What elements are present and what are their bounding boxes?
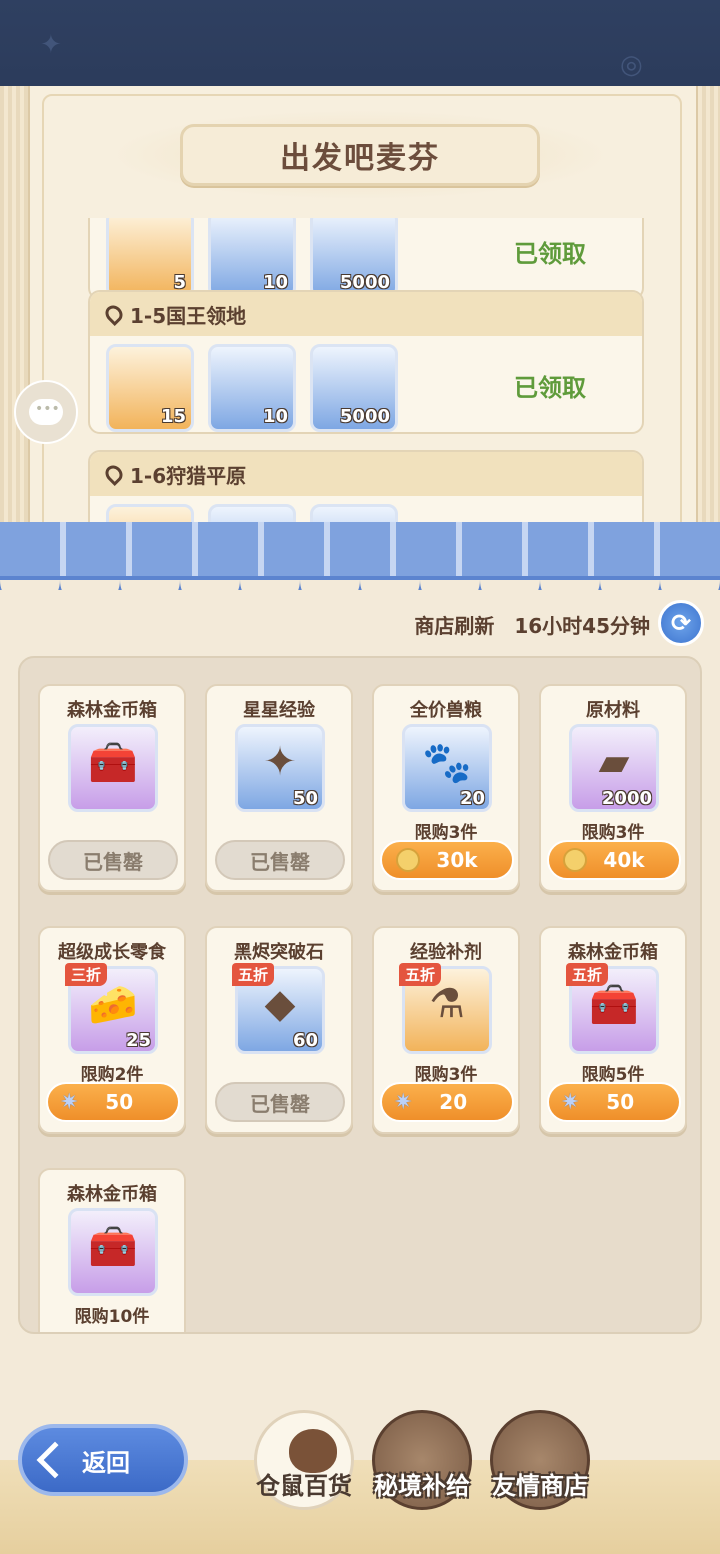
stage-card: 5 10 5000 已领取 — [88, 218, 644, 300]
potion-icon: ⚗ 五折 — [399, 963, 492, 1054]
dark-stone-reward-icon — [208, 504, 296, 524]
back-label: 返回 — [82, 1448, 130, 1477]
tab-label: 秘境补给 — [374, 1472, 470, 1500]
stage-card: 1-6狩猎平原 — [88, 450, 644, 524]
refresh-countdown: 16小时45分钟 — [514, 614, 650, 638]
buy-button[interactable]: ✷ 20 — [380, 1082, 514, 1122]
discount-badge: 五折 — [399, 963, 442, 986]
location-pin-icon — [101, 461, 127, 487]
shop-item[interactable]: 森林金币箱 🧰 五折 限购5件 ✷ 50 — [539, 926, 687, 1134]
shop-item-grid[interactable]: 森林金币箱 🧰 已售罄 星星经验 ✦ 50 已售罄 全价兽粮 🐾 20 限购3件 3… — [18, 656, 702, 1334]
refresh-label: 商店刷新 — [414, 614, 495, 638]
item-name: 全价兽粮 — [410, 700, 482, 721]
shop-item[interactable]: 黑烬突破石 ◆ 60 五折 已售罄 — [205, 926, 353, 1134]
stage-header: 1-5国王领地 — [90, 292, 642, 336]
gold-coin-icon — [563, 848, 587, 872]
sold-out-button: 已售罄 — [215, 1082, 345, 1122]
dark-stone-reward-icon: 10 — [208, 218, 296, 298]
blue-card-reward-icon: 5 — [106, 218, 194, 298]
iron-ingot-icon: ▰ 2000 — [569, 724, 659, 812]
star-gem-icon: ✷ — [60, 1089, 79, 1115]
star-gem-icon: ✷ — [394, 1089, 413, 1115]
shop-item[interactable]: 星星经验 ✦ 50 已售罄 — [205, 684, 353, 892]
shop-refresh-info: 商店刷新 16小时45分钟 — [414, 610, 650, 639]
shop-item[interactable]: 全价兽粮 🐾 20 限购3件 30k — [372, 684, 520, 892]
star-card-reward-icon: 10 — [208, 344, 296, 432]
refresh-button[interactable]: ⟳ — [658, 600, 704, 646]
buy-button[interactable]: ✷ 50 — [46, 1082, 180, 1122]
stage-rewards: 5 10 5000 已领取 — [90, 218, 642, 298]
stage-name: 1-6狩猎平原 — [130, 463, 247, 488]
stage-rewards — [90, 496, 642, 524]
book-pages-left — [0, 86, 30, 556]
shop-item[interactable]: 原材料 ▰ 2000 限购3件 40k — [539, 684, 687, 892]
star-crystal-reward-icon — [106, 504, 194, 524]
discount-badge: 五折 — [566, 963, 609, 986]
chat-bubble-icon — [29, 399, 63, 425]
treasure-chest-icon: 🧰 五折 — [566, 963, 659, 1054]
stage-header: 1-6狩猎平原 — [90, 452, 642, 496]
stage-reward-list[interactable]: 5 10 5000 已领取 1-5国王领地 15 10 5000 已领取 1-6… — [86, 218, 646, 524]
shop-item[interactable]: 森林金币箱 🧰 已售罄 — [38, 684, 186, 892]
star-card-icon: ✦ 50 — [235, 724, 325, 812]
buy-button[interactable]: 30k — [380, 840, 514, 880]
discount-badge: 三折 — [65, 963, 108, 986]
buy-button[interactable]: 40k — [547, 840, 681, 880]
purchase-limit: 限购10件 — [74, 1307, 150, 1327]
buy-button[interactable]: ✷ 50 — [547, 1082, 681, 1122]
treasure-chest-icon: 🧰 — [68, 1208, 158, 1296]
page-title: 出发吧麦芬 — [280, 141, 440, 176]
stage-name: 1-5国王领地 — [130, 303, 247, 328]
gold-coin-reward-icon: 5000 — [310, 344, 398, 432]
item-name: 星星经验 — [243, 700, 315, 721]
shop-item[interactable]: 超级成长零食 🧀 25 三折 限购2件 ✷ 50 — [38, 926, 186, 1134]
discount-badge: 五折 — [232, 963, 275, 986]
item-name: 黑烬突破石 — [234, 942, 324, 963]
item-name: 森林金币箱 — [568, 942, 658, 963]
sold-out-button: 已售罄 — [215, 840, 345, 880]
item-name: 森林金币箱 — [67, 700, 157, 721]
book-pages-right — [696, 86, 720, 556]
food-bag-icon: 🐾 20 — [402, 724, 492, 812]
item-name: 超级成长零食 — [58, 942, 166, 963]
location-pin-icon — [101, 301, 127, 327]
planet-decoration-icon: ◎ — [620, 50, 643, 80]
page-title-plate: 出发吧麦芬 — [180, 124, 540, 186]
shop-item[interactable]: 森林金币箱 🧰 限购10件 — [38, 1168, 186, 1332]
star-gem-icon: ✷ — [561, 1089, 580, 1115]
refresh-icon: ⟳ — [670, 609, 692, 637]
item-name: 原材料 — [586, 700, 640, 721]
tab-secret-supply[interactable]: 秘境补给 — [366, 1410, 478, 1530]
tab-hamster-store[interactable]: 仓鼠百货 — [248, 1410, 360, 1530]
tab-label: 仓鼠百货 — [256, 1472, 352, 1500]
star-decoration-icon: ✦ — [40, 30, 62, 60]
shop-awning — [0, 522, 720, 610]
gold-coin-reward-icon: 5000 — [310, 218, 398, 298]
stage-rewards: 15 10 5000 已领取 — [90, 336, 642, 432]
claimed-status: 已领取 — [514, 374, 586, 402]
chat-button[interactable] — [14, 380, 78, 444]
back-arrow-icon — [36, 1441, 74, 1479]
sold-out-button: 已售罄 — [48, 840, 178, 880]
tab-label: 友情商店 — [492, 1472, 588, 1500]
stage-card: 1-5国王领地 15 10 5000 已领取 — [88, 290, 644, 434]
gold-coin-icon — [396, 848, 420, 872]
dark-stone-icon: ◆ 60 五折 — [232, 963, 325, 1054]
shop-item[interactable]: 经验补剂 ⚗ 五折 限购3件 ✷ 20 — [372, 926, 520, 1134]
back-button[interactable]: 返回 — [18, 1424, 188, 1496]
gold-coin-reward-icon — [310, 504, 398, 524]
item-name: 森林金币箱 — [67, 1184, 157, 1205]
item-name: 经验补剂 — [410, 942, 482, 963]
awning-scallops — [0, 580, 720, 610]
claimed-status: 已领取 — [514, 240, 586, 268]
cheese-icon: 🧀 25 三折 — [65, 963, 158, 1054]
tab-friendship-shop[interactable]: 友情商店 — [484, 1410, 596, 1530]
star-crystal-reward-icon: 15 — [106, 344, 194, 432]
treasure-chest-icon: 🧰 — [68, 724, 158, 812]
